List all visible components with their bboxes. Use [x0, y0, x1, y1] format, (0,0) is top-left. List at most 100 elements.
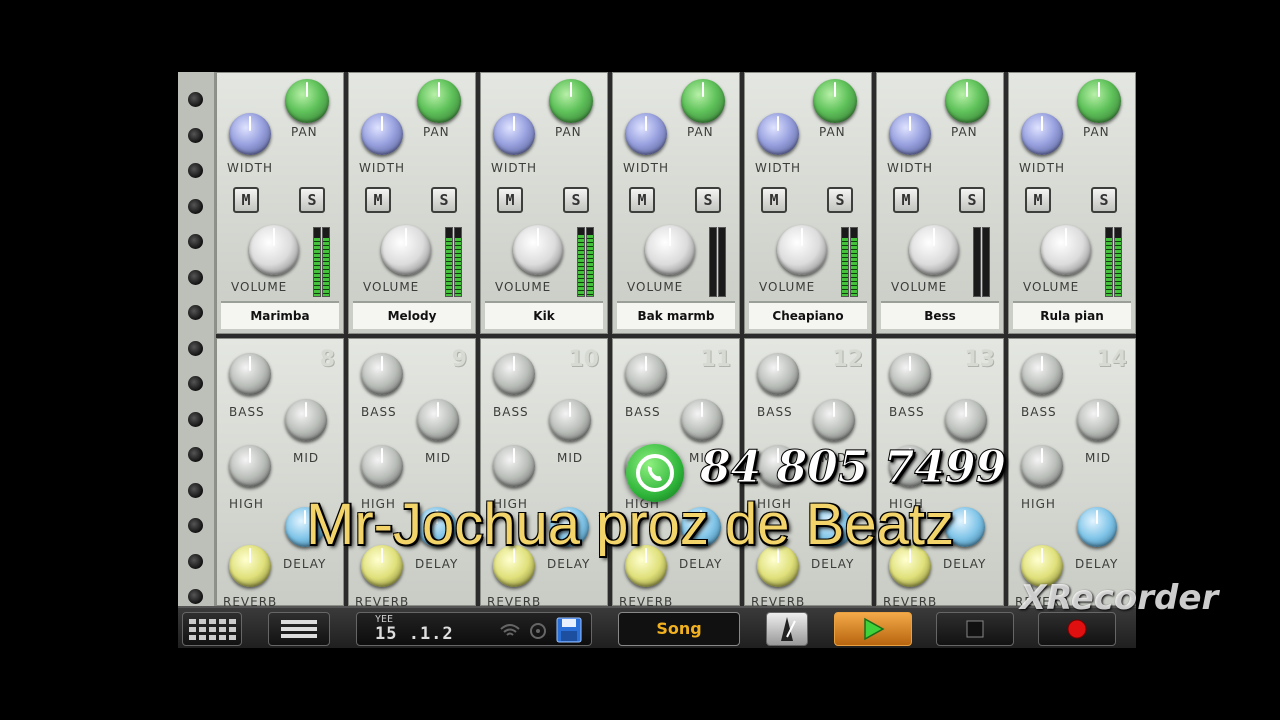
width-knob[interactable]: [493, 113, 535, 155]
pan-knob[interactable]: [813, 79, 857, 123]
solo-button[interactable]: S: [563, 187, 589, 213]
channel-name[interactable]: Cheapiano: [749, 301, 867, 329]
bass-knob[interactable]: [625, 353, 667, 395]
play-button[interactable]: [834, 612, 912, 646]
bass-knob[interactable]: [493, 353, 535, 395]
channel-strip-top: PAN WIDTH M S VOLUME Bak marmb: [612, 72, 740, 334]
width-knob[interactable]: [229, 113, 271, 155]
width-knob[interactable]: [757, 113, 799, 155]
stop-icon: [966, 620, 984, 638]
channel-strip-bottom: 10 BASS MID HIGH DELAY REVERB: [480, 338, 608, 609]
grid-button[interactable]: [182, 612, 242, 646]
bass-knob[interactable]: [889, 353, 931, 395]
mid-knob[interactable]: [417, 399, 459, 441]
metronome-button[interactable]: [766, 612, 808, 646]
high-knob[interactable]: [361, 445, 403, 487]
high-knob[interactable]: [1021, 445, 1063, 487]
metronome-icon: [781, 617, 796, 641]
bass-knob[interactable]: [757, 353, 799, 395]
bass-knob[interactable]: [361, 353, 403, 395]
pan-knob[interactable]: [681, 79, 725, 123]
menu-button[interactable]: [268, 612, 330, 646]
channel-number: 8: [319, 347, 335, 372]
width-label: WIDTH: [623, 161, 669, 175]
level-meter: [709, 227, 717, 297]
save-icon[interactable]: [555, 616, 583, 644]
bass-label: BASS: [757, 405, 793, 419]
rail-hole: [188, 198, 203, 214]
mid-knob[interactable]: [1077, 399, 1119, 441]
rail-hole: [188, 92, 203, 107]
channel-name[interactable]: Rula pian: [1013, 301, 1131, 329]
mute-button[interactable]: M: [761, 187, 787, 213]
volume-knob[interactable]: [249, 225, 299, 275]
bass-knob[interactable]: [1021, 353, 1063, 395]
volume-knob[interactable]: [1041, 225, 1091, 275]
pan-knob[interactable]: [1077, 79, 1121, 123]
wifi-icon: [500, 624, 520, 636]
recorder-watermark: XRecorder: [1020, 578, 1219, 618]
width-knob[interactable]: [1021, 113, 1063, 155]
channel-name[interactable]: Melody: [353, 301, 471, 329]
level-meter: [841, 227, 849, 297]
channel-name[interactable]: Kik: [485, 301, 603, 329]
high-knob[interactable]: [229, 445, 271, 487]
level-meter: [1105, 227, 1113, 297]
play-icon: [864, 617, 885, 641]
bass-label: BASS: [493, 405, 529, 419]
level-meter: [313, 227, 321, 297]
volume-knob[interactable]: [909, 225, 959, 275]
mid-knob[interactable]: [681, 399, 723, 441]
channel-name[interactable]: Bak marmb: [617, 301, 735, 329]
width-knob[interactable]: [625, 113, 667, 155]
pan-knob[interactable]: [945, 79, 989, 123]
reverb-knob[interactable]: [229, 545, 271, 587]
width-knob[interactable]: [361, 113, 403, 155]
mute-button[interactable]: M: [497, 187, 523, 213]
solo-button[interactable]: S: [299, 187, 325, 213]
meter-fill: [455, 238, 461, 296]
pan-knob[interactable]: [285, 79, 329, 123]
solo-button[interactable]: S: [827, 187, 853, 213]
mute-button[interactable]: M: [233, 187, 259, 213]
bass-knob[interactable]: [229, 353, 271, 395]
mid-knob[interactable]: [813, 399, 855, 441]
mid-knob[interactable]: [549, 399, 591, 441]
mid-knob[interactable]: [285, 399, 327, 441]
pan-knob[interactable]: [417, 79, 461, 123]
mute-button[interactable]: M: [893, 187, 919, 213]
mute-button[interactable]: M: [1025, 187, 1051, 213]
high-knob[interactable]: [493, 445, 535, 487]
delay-label: DELAY: [415, 557, 459, 571]
song-button[interactable]: Song: [618, 612, 740, 646]
delay-knob[interactable]: [1077, 507, 1117, 547]
volume-knob[interactable]: [513, 225, 563, 275]
mid-label: MID: [293, 451, 320, 465]
solo-button[interactable]: S: [695, 187, 721, 213]
solo-button[interactable]: S: [959, 187, 985, 213]
level-meter: [973, 227, 981, 297]
high-label: HIGH: [1021, 497, 1056, 511]
meter-fill: [578, 234, 584, 296]
volume-knob[interactable]: [381, 225, 431, 275]
mute-button[interactable]: M: [365, 187, 391, 213]
channel-name[interactable]: Marimba: [221, 301, 339, 329]
mid-knob[interactable]: [945, 399, 987, 441]
mute-button[interactable]: M: [629, 187, 655, 213]
volume-knob[interactable]: [777, 225, 827, 275]
solo-button[interactable]: S: [431, 187, 457, 213]
channel-strip-bottom: 8 BASS MID HIGH DELAY REVERB: [216, 338, 344, 609]
stop-button[interactable]: [936, 612, 1014, 646]
channel-number: 9: [451, 347, 467, 372]
delay-label: DELAY: [283, 557, 327, 571]
width-knob[interactable]: [889, 113, 931, 155]
pan-knob[interactable]: [549, 79, 593, 123]
bass-label: BASS: [361, 405, 397, 419]
pan-label: PAN: [951, 125, 978, 139]
volume-label: VOLUME: [891, 280, 948, 294]
channel-name[interactable]: Bess: [881, 301, 999, 329]
pan-label: PAN: [423, 125, 450, 139]
solo-button[interactable]: S: [1091, 187, 1117, 213]
volume-knob[interactable]: [645, 225, 695, 275]
width-label: WIDTH: [1019, 161, 1065, 175]
